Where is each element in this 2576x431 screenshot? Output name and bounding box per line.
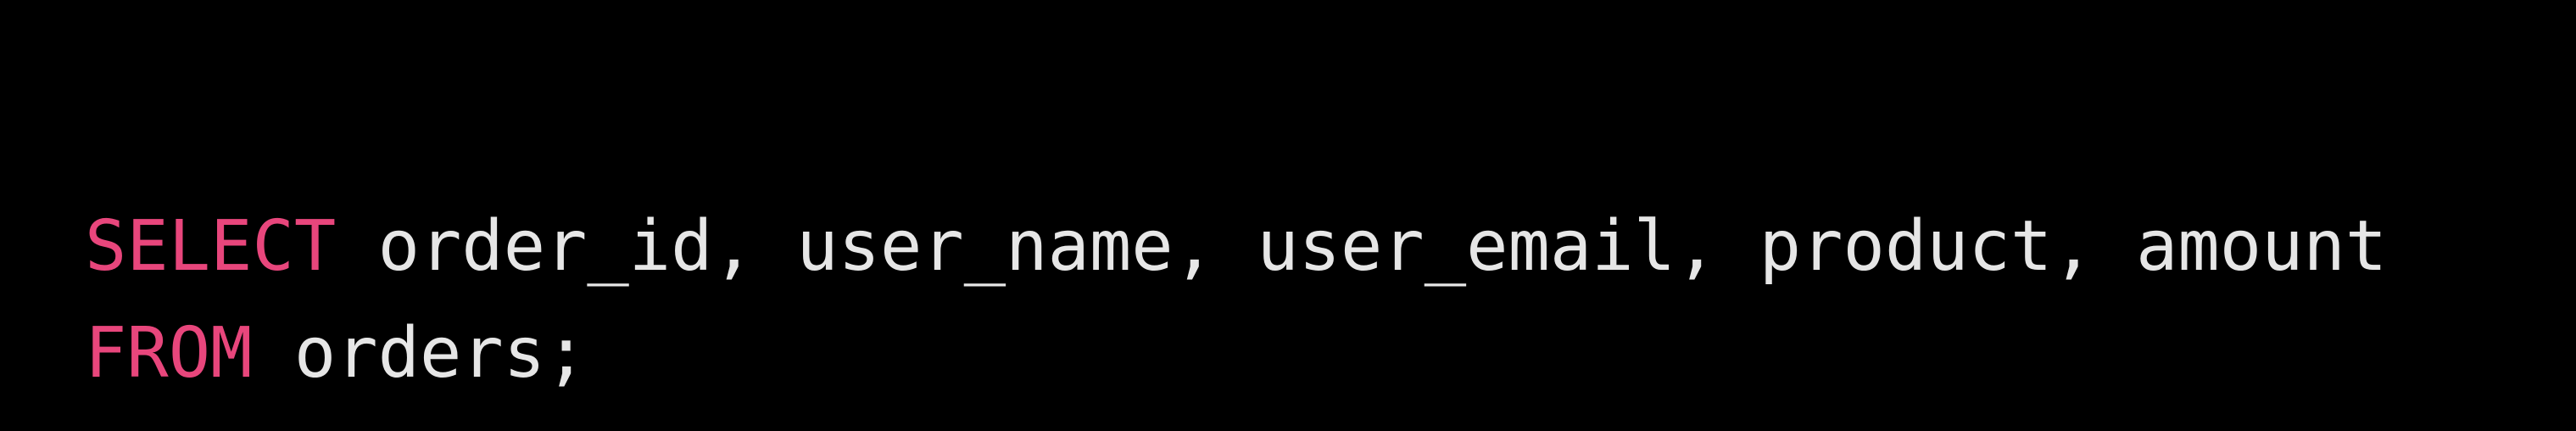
sql-keyword-select: SELECT <box>85 206 337 287</box>
from-table-text: orders; <box>252 313 588 394</box>
sql-code-block: SELECT order_id, user_name, user_email, … <box>85 193 2387 407</box>
sql-keyword-from: FROM <box>85 313 253 394</box>
select-columns-text: order_id, user_name, user_email, product… <box>336 206 2388 287</box>
code-line-from: FROM orders; <box>85 300 2387 407</box>
code-line-select: SELECT order_id, user_name, user_email, … <box>85 193 2387 300</box>
